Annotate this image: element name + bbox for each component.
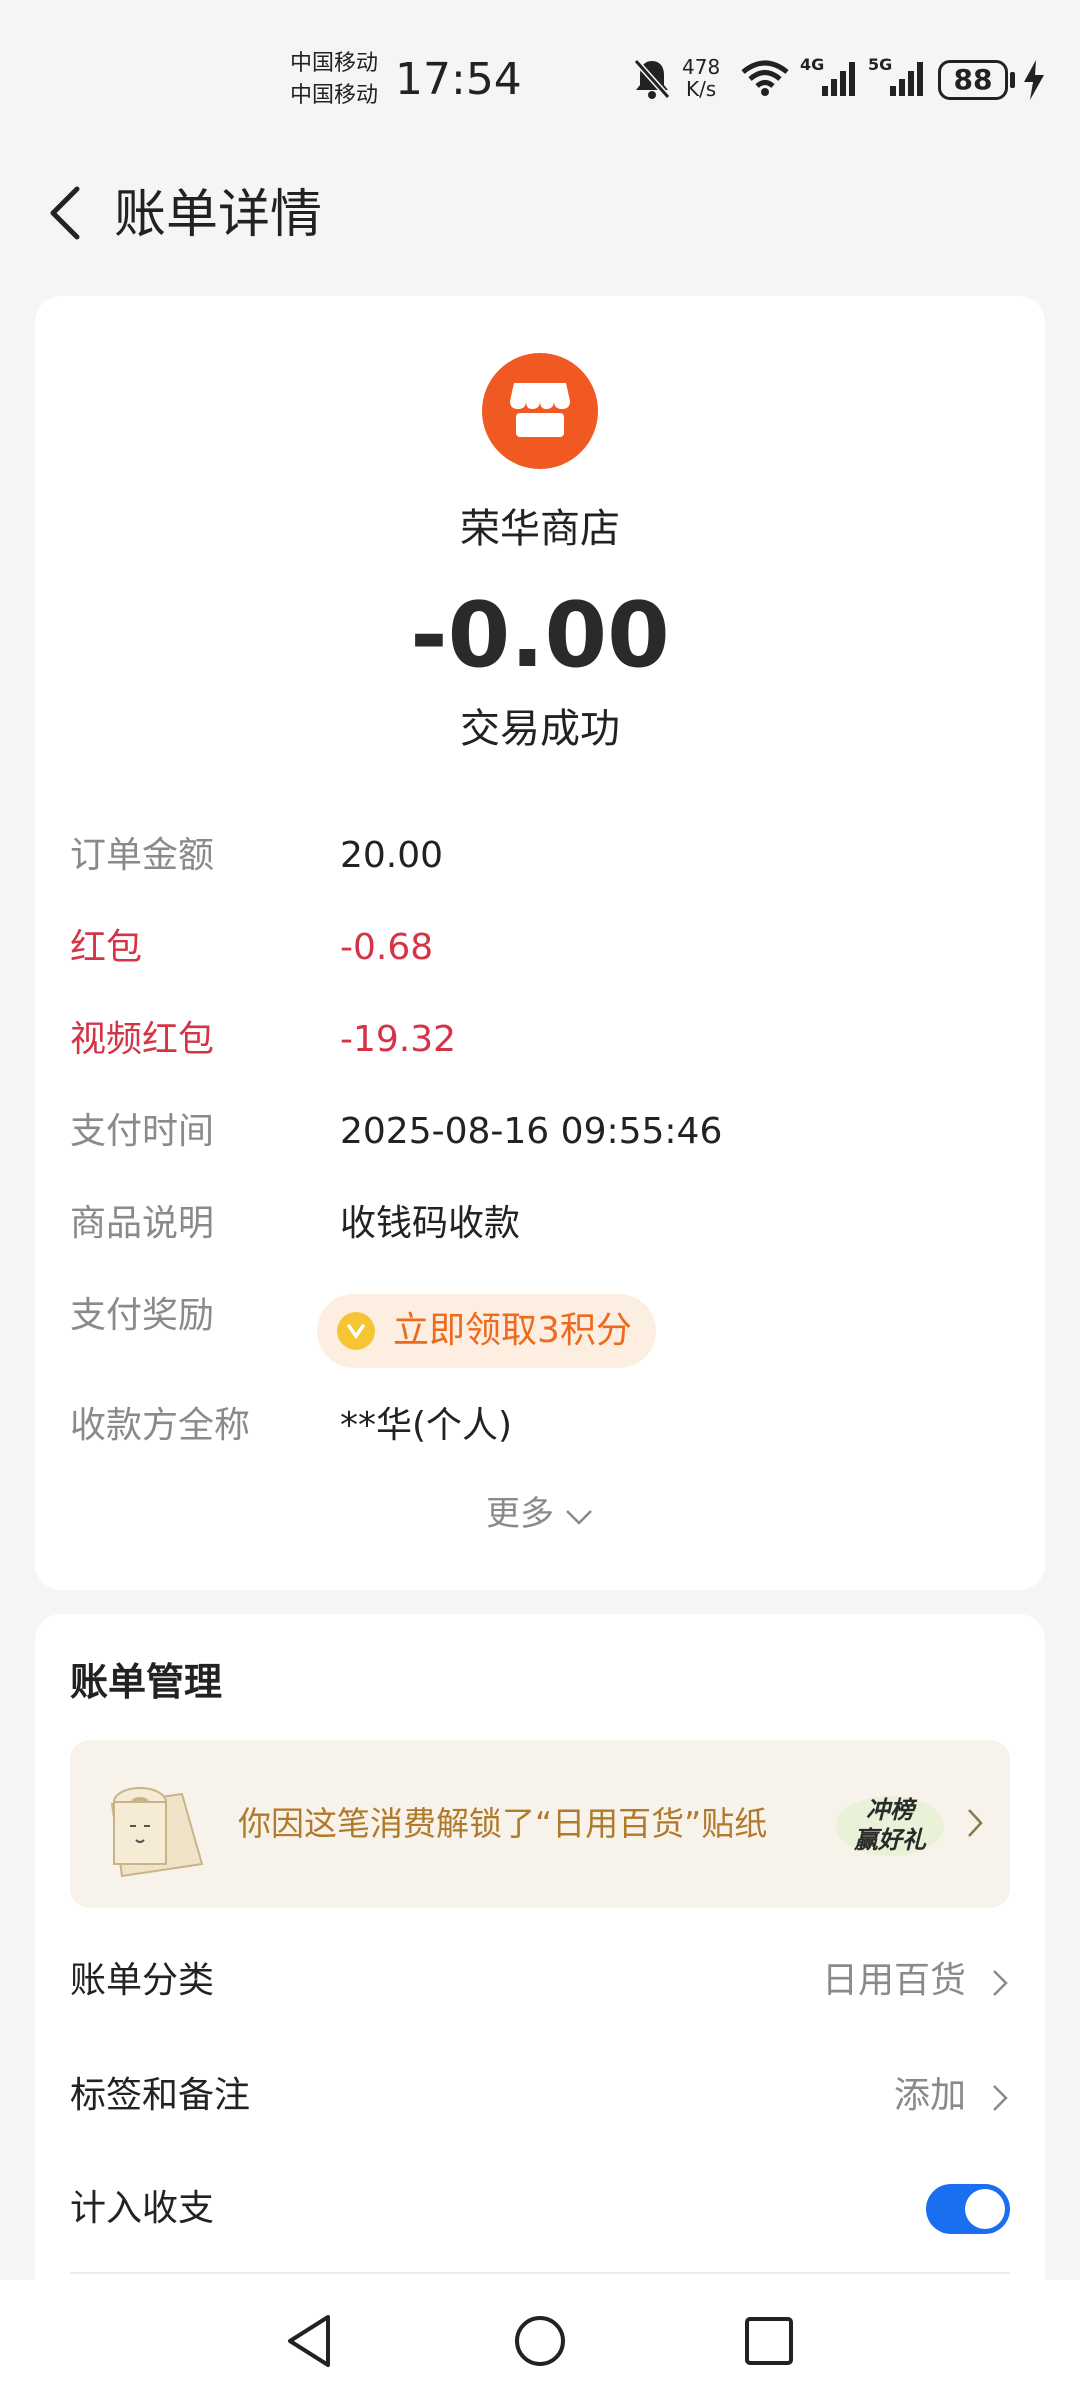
detail-row-pay-time: 支付时间 2025-08-16 09:55:46 [70,1102,1010,1162]
include-in-stats-row: 计入收支 [70,2164,1010,2254]
network-1-label: 4G [800,56,824,74]
charging-icon [1022,60,1046,110]
circle-home-icon [512,2313,568,2373]
chevron-down-icon [564,1488,594,1544]
carrier-2: 中国移动 [290,83,379,108]
store-icon [508,379,572,443]
claim-points-label: 立即领取3积分 [393,1310,632,1351]
badge-line-2: 赢好礼 [853,1826,927,1854]
transaction-amount: -0.00 [410,583,670,688]
more-label: 更多 [486,1494,554,1534]
status-time: 17:54 [395,54,522,105]
detail-row-goods-desc: 商品说明 收钱码收款 [70,1194,1010,1254]
back-button[interactable] [30,180,100,250]
merchant-name: 荣华商店 [460,506,620,552]
chevron-left-icon [45,183,85,247]
sticker-unlock-banner[interactable]: 你因这笔消费解锁了“日用百货”贴纸 冲榜 赢好礼 [70,1740,1010,1908]
network-2-label: 5G [868,56,892,74]
detail-label: 支付奖励 [70,1295,215,1336]
detail-row-order-amount: 订单金额 20.00 [70,826,1010,886]
chevron-right-icon [965,1806,985,1844]
system-nav-bar [0,2280,1080,2400]
detail-row-payee-name: 收款方全称 **华(个人) [70,1396,1010,1456]
bill-category-row[interactable]: 账单分类 日用百货 [70,1936,1010,2026]
bill-category-label: 账单分类 [70,1960,215,2001]
detail-label: 订单金额 [70,835,215,876]
badge-line-1: 冲榜 [866,1796,918,1824]
detail-value: -19.32 [340,1019,457,1060]
detail-label: 视频红包 [70,1019,215,1060]
header: 账单详情 [0,150,1080,280]
tags-notes-value: 添加 [893,2075,966,2116]
section-title: 账单管理 [70,1660,223,1704]
detail-row-red-packet: 红包 -0.68 [70,918,1010,978]
nav-recents-button[interactable] [736,2310,802,2376]
status-bar: 中国移动 中国移动 17:54 478 K/s 4G 5G 88 [0,0,1080,150]
mute-bell-icon [632,55,672,105]
triangle-back-icon [284,2313,334,2373]
detail-value: 收钱码收款 [340,1203,521,1244]
detail-value: 20.00 [340,835,444,876]
wifi-icon [740,58,790,108]
tissue-roll-sticker-icon [92,1764,212,1884]
nav-home-button[interactable] [507,2310,573,2376]
chevron-right-icon [990,1968,1010,2002]
detail-label: 红包 [70,927,143,968]
sticker-unlock-text: 你因这笔消费解锁了“日用百货”贴纸 [238,1804,768,1843]
detail-value: **华(个人) [340,1405,513,1446]
nav-back-button[interactable] [276,2310,342,2376]
claim-points-button[interactable]: 立即领取3积分 [317,1294,656,1368]
battery-level: 88 [938,60,1008,100]
points-coin-icon [337,1312,375,1350]
chevron-right-icon [990,2083,1010,2117]
detail-label: 商品说明 [70,1203,215,1244]
leaderboard-badge-icon: 冲榜 赢好礼 [832,1786,948,1862]
square-recents-icon [743,2315,795,2371]
detail-row-video-red-packet: 视频红包 -19.32 [70,1010,1010,1070]
network-speed: 478 K/s [682,56,720,100]
bill-summary-card: 荣华商店 -0.00 交易成功 订单金额 20.00 红包 -0.68 视频红包… [35,296,1045,1590]
detail-value: 2025-08-16 09:55:46 [340,1111,723,1152]
speed-unit: K/s [685,77,717,101]
speed-value: 478 [682,55,721,79]
signal-4g-icon: 4G [800,55,860,106]
more-button[interactable]: 更多 [35,1486,1045,1544]
carrier-info: 中国移动 中国移动 [290,48,378,112]
include-in-stats-toggle[interactable] [926,2184,1010,2234]
detail-label: 收款方全称 [70,1405,251,1446]
detail-value: -0.68 [340,927,434,968]
include-in-stats-label: 计入收支 [70,2188,215,2229]
tags-notes-label: 标签和备注 [70,2075,251,2116]
battery-tip [1010,72,1015,88]
tags-notes-row[interactable]: 标签和备注 添加 [70,2051,1010,2141]
toggle-knob [965,2189,1005,2229]
bill-detail-screen: 中国移动 中国移动 17:54 478 K/s 4G 5G 88 账单详情 荣华… [0,0,1080,2400]
signal-5g-icon: 5G [868,55,928,106]
divider [70,2272,1010,2274]
transaction-status: 交易成功 [460,706,620,752]
merchant-avatar [482,353,598,469]
carrier-1: 中国移动 [290,51,379,76]
bill-management-card: 账单管理 你因这笔消费解锁了“日用百货”贴纸 冲榜 赢好礼 账单分类 日用百货 … [35,1614,1045,2314]
page-title: 账单详情 [114,185,323,245]
bill-category-value: 日用百货 [821,1960,966,2001]
detail-label: 支付时间 [70,1111,215,1152]
